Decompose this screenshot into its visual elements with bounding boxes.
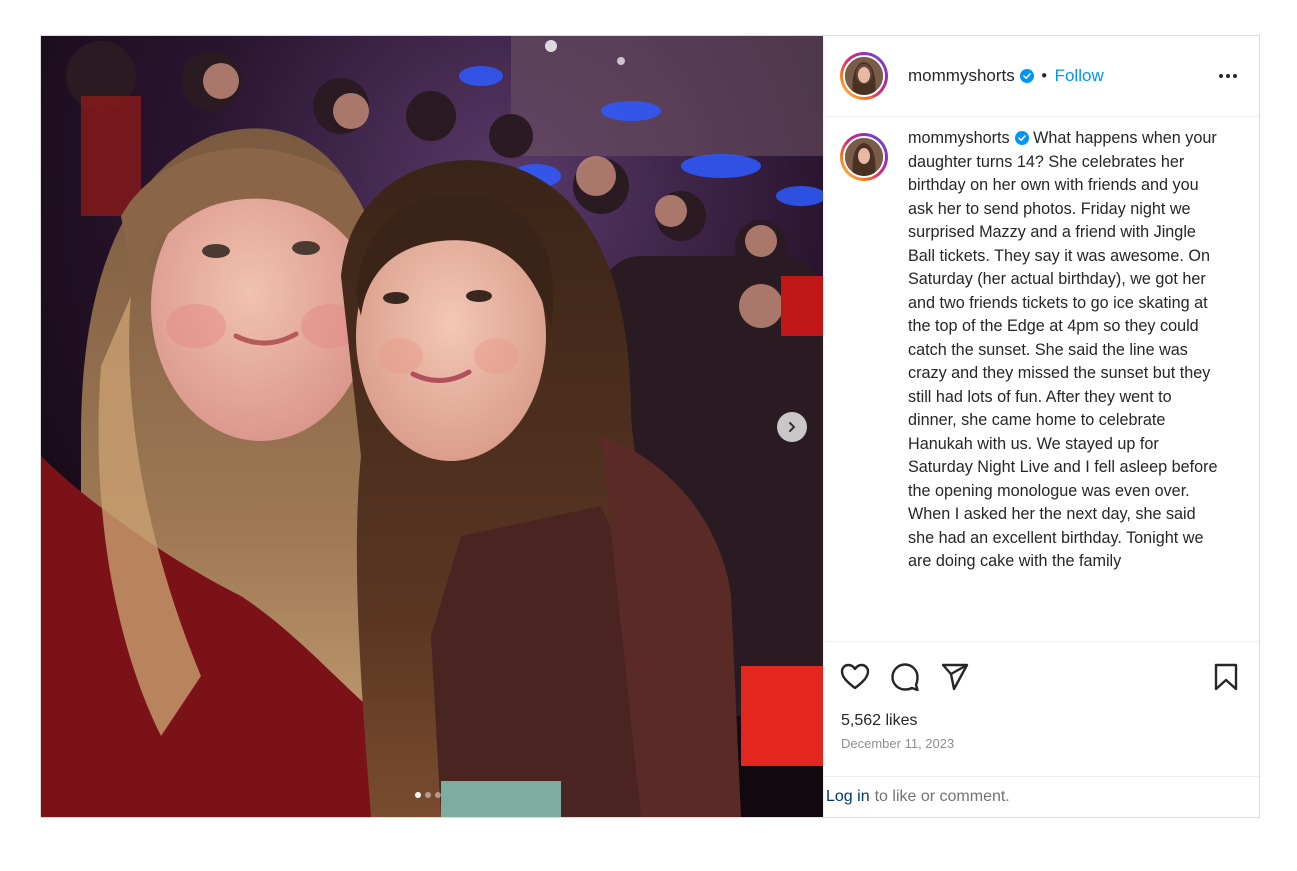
instagram-post: mommyshorts • Follow mommyshorts What ha… (40, 35, 1260, 818)
carousel-dot[interactable] (415, 792, 421, 798)
bookmark-icon (1214, 663, 1238, 691)
post-date[interactable]: December 11, 2023 (824, 734, 1259, 764)
caption-text: mommyshorts What happens when your daugh… (908, 127, 1218, 641)
post-photo[interactable] (41, 36, 823, 817)
paper-plane-icon (941, 663, 969, 691)
header-username[interactable]: mommyshorts (908, 66, 1015, 86)
save-button[interactable] (1213, 663, 1239, 691)
carousel-dots (415, 792, 441, 798)
avatar-image (843, 136, 885, 178)
caption-section: mommyshorts What happens when your daugh… (824, 117, 1259, 642)
caption-body: What happens when your daughter turns 14… (908, 129, 1218, 570)
like-button[interactable] (840, 663, 870, 691)
more-options-icon[interactable] (1219, 74, 1237, 78)
action-bar (824, 642, 1259, 712)
heart-icon (840, 663, 870, 690)
chevron-right-icon (789, 422, 795, 432)
login-link[interactable]: Log in (826, 788, 870, 806)
post-side-panel: mommyshorts • Follow mommyshorts What ha… (823, 36, 1259, 817)
login-bar: Log in to like or comment. (824, 776, 1259, 817)
verified-badge-icon (1019, 69, 1034, 83)
likes-count[interactable]: 5,562 likes (824, 712, 1259, 734)
separator-dot: • (1039, 67, 1049, 85)
next-slide-button[interactable] (777, 412, 807, 442)
verified-badge-icon (1014, 131, 1029, 145)
login-prompt-text: to like or comment. (874, 788, 1010, 805)
follow-button[interactable]: Follow (1055, 66, 1104, 86)
comment-icon (891, 663, 919, 692)
carousel-dot[interactable] (435, 792, 441, 798)
caption-username[interactable]: mommyshorts (908, 129, 1010, 147)
post-header: mommyshorts • Follow (824, 36, 1259, 117)
avatar[interactable] (840, 52, 888, 100)
comment-button[interactable] (890, 662, 920, 692)
selfie-photo-image (41, 36, 823, 817)
avatar-image (843, 55, 885, 97)
carousel-dot[interactable] (425, 792, 431, 798)
avatar[interactable] (840, 133, 888, 181)
share-button[interactable] (940, 663, 970, 691)
